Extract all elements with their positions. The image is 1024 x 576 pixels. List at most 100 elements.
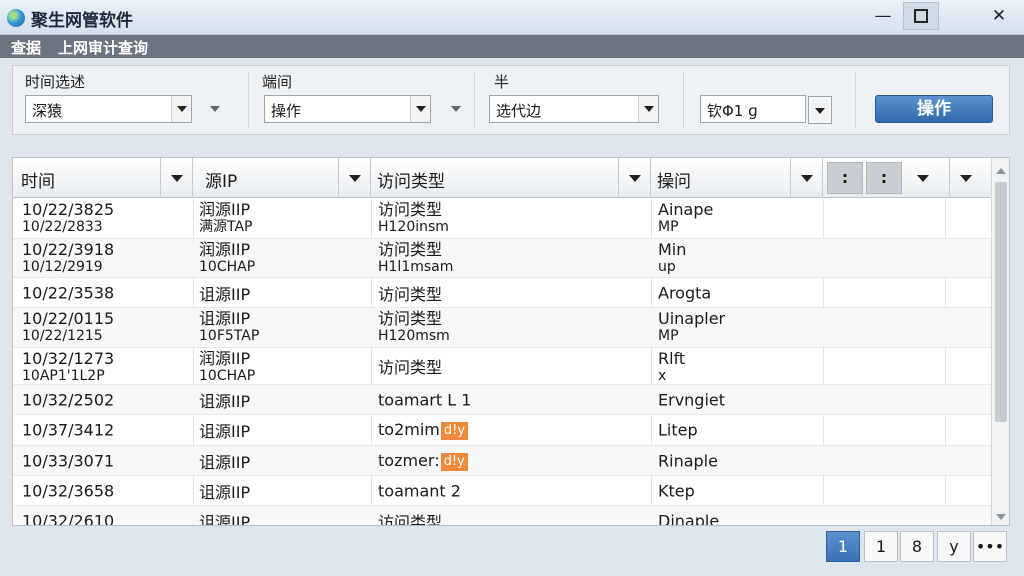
chevron-down-icon[interactable] — [949, 158, 981, 198]
table-row[interactable]: 10/32/2502 诅源IIP toamart L 1 Ervngiet — [13, 385, 991, 415]
pagination-page-button[interactable]: y — [937, 531, 971, 562]
chevron-down-icon[interactable] — [618, 158, 650, 198]
extra-field-value: 钦Φ1 ɡ — [707, 102, 758, 120]
option-select[interactable]: 选代边 — [489, 95, 659, 123]
cell-secondary-text: H120insm — [378, 219, 449, 235]
table-cell-time: 10/33/3071 — [22, 446, 192, 475]
cell-primary-wrap: tozmer: d!y — [378, 451, 468, 471]
cell-primary-text: toamant 2 — [378, 481, 461, 500]
extra-field[interactable]: 钦Φ1 ɡ — [700, 95, 806, 123]
cell-primary-text: Ainape — [658, 200, 714, 219]
chevron-down-icon[interactable] — [160, 158, 192, 198]
cell-secondary-text: 10F5TAP — [199, 328, 260, 344]
expand-arrow-icon[interactable] — [210, 106, 220, 112]
column-header-label: 时间 — [21, 172, 55, 192]
cell-primary-text: 访问类型 — [378, 358, 443, 377]
chevron-down-icon[interactable] — [790, 158, 822, 198]
table-cell-time: 10/22/3825 10/22/2833 — [22, 199, 192, 238]
time-select[interactable]: 深猿 — [25, 95, 192, 123]
minimize-button[interactable]: — — [864, 2, 902, 30]
table-cell-ip: 诅源IIP — [199, 278, 369, 307]
table-cell-type: 访问类型 — [378, 278, 648, 307]
pagination-more-button[interactable]: ••• — [973, 531, 1007, 562]
cell-secondary-text: 10CHAP — [199, 259, 256, 275]
table-cell-ip: 润源IIP 10CHAP — [199, 239, 369, 277]
column-header-time[interactable]: 时间 — [13, 158, 193, 198]
divider — [683, 71, 684, 129]
chevron-down-icon[interactable] — [907, 158, 939, 198]
table-cell-ip: 诅源IIP 10F5TAP — [199, 308, 369, 347]
table-row[interactable]: 10/22/3538 诅源IIP 访问类型 Arogta — [13, 278, 991, 308]
chevron-down-icon[interactable] — [338, 158, 370, 198]
cell-primary-text: 润源IIP — [199, 349, 251, 368]
extra-dropdown-button[interactable] — [808, 96, 832, 124]
menu-item-audit[interactable]: 上网审计查询 — [58, 37, 148, 58]
cell-primary-text: Dinaple — [658, 511, 720, 526]
table-cell-ip: 润源IIP 10CHAP — [199, 348, 369, 385]
column-toggle-button[interactable]: : — [866, 162, 902, 194]
cell-primary-wrap: to2mim d!y — [378, 420, 469, 440]
cell-secondary-text: x — [658, 368, 667, 384]
table-cell-type: 访问类型 — [378, 348, 648, 384]
cell-primary-text: 10/32/1273 — [22, 349, 115, 368]
action-button[interactable]: 操作 — [875, 95, 993, 123]
maximize-icon — [914, 8, 928, 23]
data-grid: 时间 源IP 访问类型 操问 : : 10/22/3825 10/22/2833 润… — [12, 157, 1010, 526]
cell-primary-text: 润源IIP — [199, 200, 251, 219]
table-cell-ip: 诅源IIP — [199, 506, 369, 526]
pagination-page-button[interactable]: 1 — [864, 531, 898, 562]
table-row[interactable]: 10/22/3825 10/22/2833 润源IIP 满源TAP 访问类型 H120in… — [13, 199, 991, 239]
filter-label-half: 半 — [494, 73, 510, 91]
table-cell-ip: 润源IIP 满源TAP — [199, 199, 369, 238]
table-row[interactable]: 10/32/1273 10AP1'1L2P 润源IIP 10CHAP 访问类型 Rlft x — [13, 348, 991, 385]
pagination-page-button[interactable]: 1 — [826, 531, 860, 562]
table-cell-time: 10/22/3538 — [22, 278, 192, 307]
maximize-button[interactable] — [903, 2, 939, 30]
table-cell-op: Rinaple — [658, 446, 828, 475]
cell-primary-text: Litep — [658, 420, 698, 440]
column-header-type[interactable]: 访问类型 — [371, 158, 651, 198]
column-header-op[interactable]: 操问 — [651, 158, 823, 198]
filter-label-time: 时间选述 — [25, 73, 86, 91]
cell-primary-text: 访问类型 — [378, 284, 443, 304]
scroll-thumb[interactable] — [995, 182, 1007, 422]
table-cell-ip: 诅源IIP — [199, 446, 369, 475]
cell-primary-text: 10/32/2502 — [22, 390, 115, 409]
scroll-up-icon[interactable] — [996, 168, 1006, 174]
port-select-value: 操作 — [271, 102, 302, 120]
cell-secondary-text: 10CHAP — [199, 368, 256, 384]
table-row[interactable]: 10/32/2610 诅源IIP 访问类型 Dinaple — [13, 506, 991, 526]
vertical-scrollbar[interactable] — [991, 158, 1009, 525]
table-cell-type: 访问类型 H120insm — [378, 199, 648, 238]
cell-secondary-text: H120msm — [378, 328, 450, 344]
menu-item-query[interactable]: 查据 — [11, 37, 41, 58]
scroll-down-icon[interactable] — [996, 514, 1006, 520]
table-row[interactable]: 10/32/3658 诅源IIP toamant 2 Ktep — [13, 476, 991, 506]
cell-primary-text: Ktep — [658, 481, 695, 500]
table-cell-time: 10/22/3918 10/12/2919 — [22, 239, 192, 277]
table-cell-op: Min up — [658, 239, 828, 277]
column-header-ip[interactable]: 源IP — [193, 158, 371, 198]
table-cell-ip: 诅源IIP — [199, 385, 369, 414]
cell-primary-text: Arogta — [658, 283, 712, 302]
table-row[interactable]: 10/37/3412 诅源IIP to2mim d!y Litep — [13, 415, 991, 446]
column-toggle-button[interactable]: : — [827, 162, 863, 194]
table-cell-ip: 诅源IIP — [199, 415, 369, 445]
table-row[interactable]: 10/33/3071 诅源IIP tozmer: d!y Rinaple — [13, 446, 991, 476]
column-header-label: 源IP — [205, 172, 238, 192]
window-title: 聚生网管软件 — [31, 11, 133, 31]
table-cell-ip: 诅源IIP — [199, 476, 369, 505]
divider — [474, 71, 475, 129]
table-row[interactable]: 10/22/0115 10/22/1215 诅源IIP 10F5TAP 访问类型 H120… — [13, 308, 991, 348]
cell-primary-text: 10/32/2610 — [22, 511, 115, 526]
expand-arrow-icon[interactable] — [451, 106, 461, 112]
close-button[interactable]: ✕ — [980, 2, 1018, 30]
table-cell-time: 10/37/3412 — [22, 415, 192, 445]
port-select[interactable]: 操作 — [264, 95, 431, 123]
cell-secondary-text: MP — [658, 219, 679, 235]
cell-primary-text: 10/22/3538 — [22, 283, 115, 302]
pagination-page-button[interactable]: 8 — [900, 531, 934, 562]
option-select-value: 选代边 — [496, 102, 542, 120]
table-cell-type: 访问类型 H1l1msam — [378, 239, 648, 277]
table-row[interactable]: 10/22/3918 10/12/2919 润源IIP 10CHAP 访问类型 H1l1m… — [13, 239, 991, 278]
